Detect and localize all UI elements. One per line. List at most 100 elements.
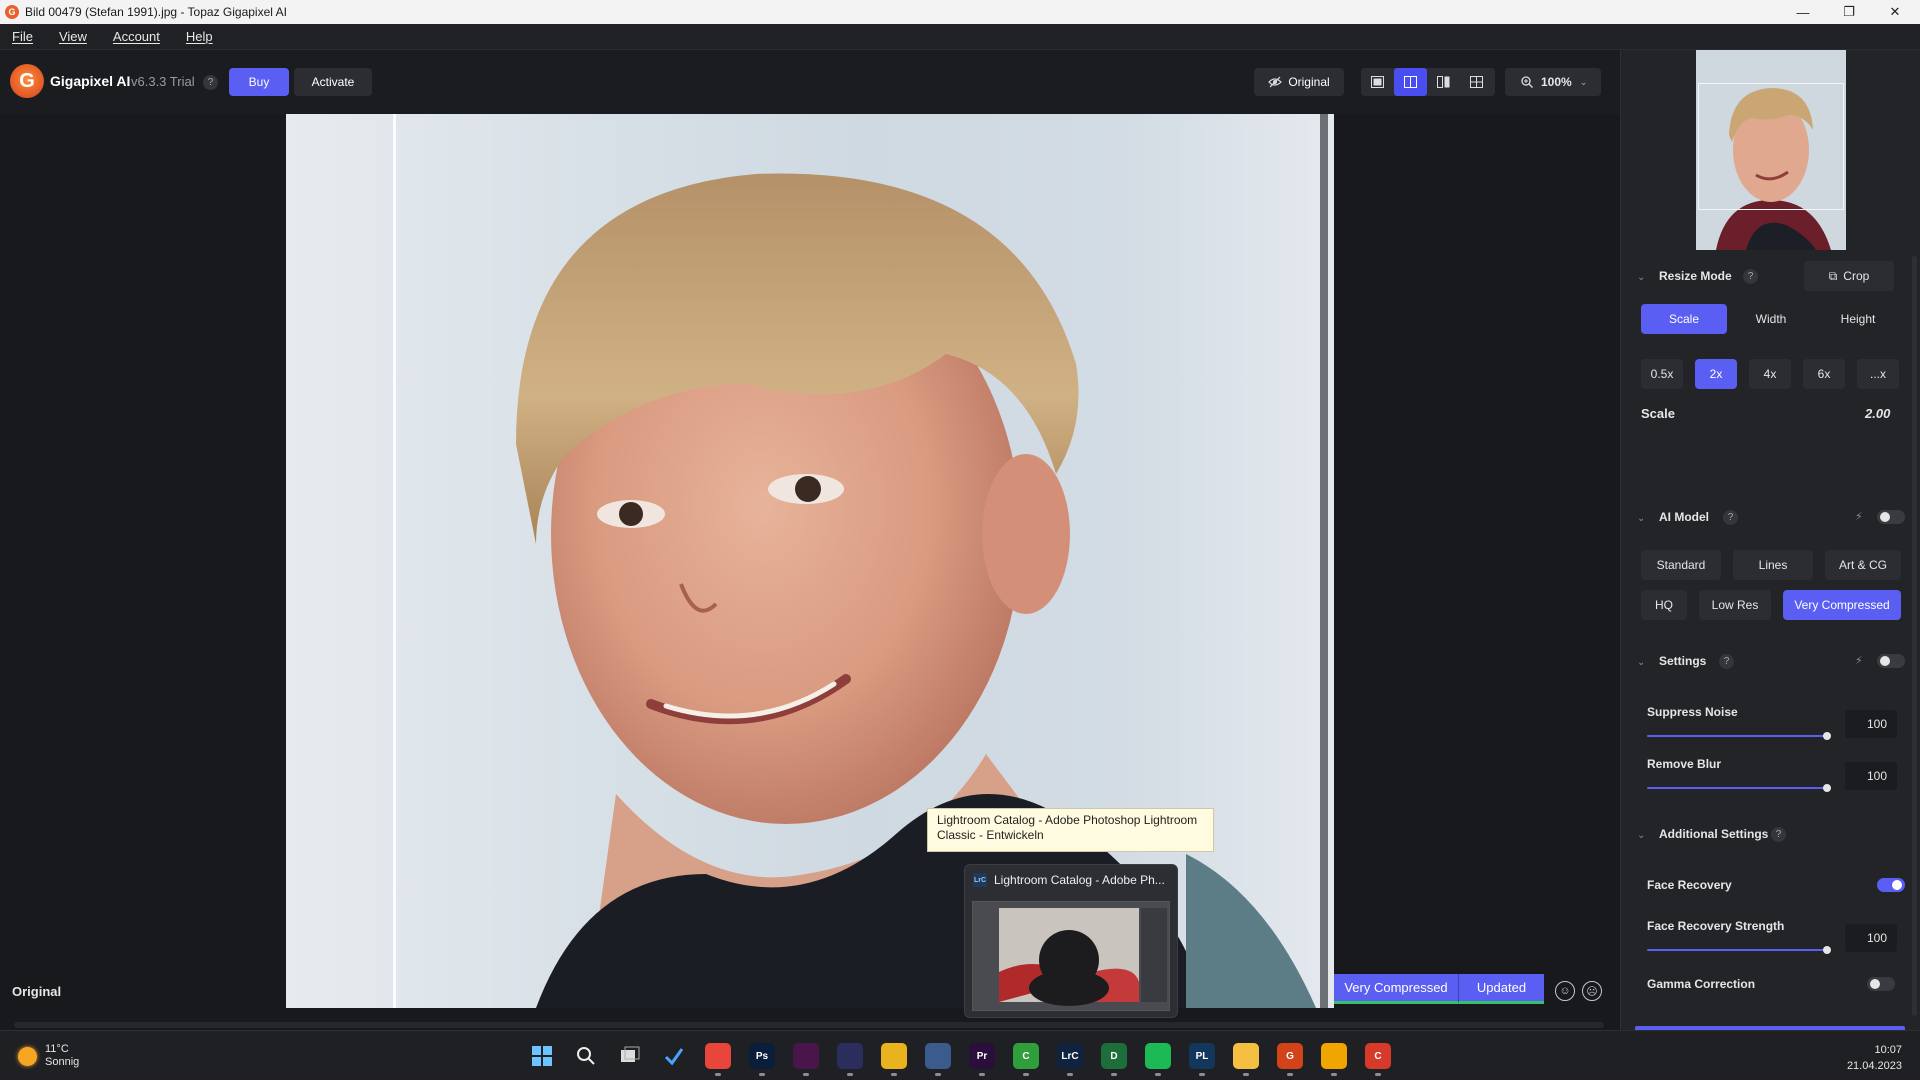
version-help-icon[interactable]: ? <box>203 75 218 90</box>
weather-widget[interactable]: 11°C Sonnig <box>18 1043 79 1069</box>
close-button[interactable]: ✕ <box>1872 0 1918 24</box>
app-name: Gigapixel AI <box>50 73 131 89</box>
slack-icon[interactable] <box>793 1043 819 1076</box>
sunflower-icon[interactable] <box>881 1043 907 1076</box>
zoom-dropdown[interactable]: 100% ⌄ <box>1505 68 1601 96</box>
photolab-icon[interactable]: PL <box>1189 1043 1215 1076</box>
face-happy-icon[interactable]: ☺ <box>1555 981 1575 1001</box>
davinci-icon[interactable]: D <box>1101 1043 1127 1076</box>
split-divider-handle[interactable] <box>393 114 396 1008</box>
model-low-res-button[interactable]: Low Res <box>1699 590 1771 620</box>
settings-auto-toggle[interactable] <box>1877 654 1905 668</box>
drive-icon[interactable] <box>1321 1043 1347 1076</box>
menu-help[interactable]: Help <box>174 29 227 44</box>
task-view-icon[interactable] <box>617 1043 643 1069</box>
suppress-noise-slider[interactable] <box>1647 732 1831 740</box>
scale-0-5x-button[interactable]: 0.5x <box>1641 359 1683 389</box>
scale-value[interactable]: 2.00 <box>1865 406 1890 421</box>
face-recovery-strength-slider[interactable] <box>1647 946 1831 954</box>
activate-button[interactable]: Activate <box>294 68 372 96</box>
crop-button[interactable]: ⧉ Crop <box>1804 261 1894 291</box>
panel-scrollbar[interactable] <box>1912 256 1917 1016</box>
menu-file[interactable]: File <box>0 29 47 44</box>
suppress-noise-label: Suppress Noise <box>1647 705 1738 719</box>
view-side-by-side-button[interactable] <box>1427 68 1460 96</box>
system-clock[interactable]: 10:07 21.04.2023 <box>1847 1042 1902 1074</box>
gigapixel-icon[interactable]: G <box>1277 1043 1303 1076</box>
scale-4x-button[interactable]: 4x <box>1749 359 1791 389</box>
remove-blur-value[interactable]: 100 <box>1845 762 1897 790</box>
remove-blur-slider[interactable] <box>1647 784 1831 792</box>
face-recovery-strength-slider-thumb[interactable] <box>1823 946 1831 954</box>
tab-scale[interactable]: Scale <box>1641 304 1727 334</box>
search-icon[interactable] <box>573 1043 599 1069</box>
additional-settings-help-icon[interactable]: ? <box>1771 827 1786 842</box>
model-hq-button[interactable]: HQ <box>1641 590 1687 620</box>
model-lines-button[interactable]: Lines <box>1733 550 1813 580</box>
lightroom-classic-icon[interactable]: LrC <box>1057 1043 1083 1076</box>
gamma-correction-toggle[interactable] <box>1867 977 1895 991</box>
crop-icon: ⧉ <box>1828 268 1838 283</box>
resize-mode-help-icon[interactable]: ? <box>1743 269 1758 284</box>
premiere-icon[interactable]: Pr <box>969 1043 995 1076</box>
face-recovery-strength-value[interactable]: 100 <box>1845 924 1897 952</box>
taskbar-window-preview[interactable]: LrC Lightroom Catalog - Adobe Ph... <box>964 864 1178 1018</box>
scale-label: Scale <box>1641 406 1675 421</box>
zoom-icon <box>1521 76 1533 88</box>
buy-button[interactable]: Buy <box>229 68 289 96</box>
additional-settings-chevron-icon[interactable]: ⌄ <box>1637 830 1645 841</box>
scale-custom-button[interactable]: ...x <box>1857 359 1899 389</box>
face-recovery-toggle[interactable] <box>1877 878 1905 892</box>
settings-help-icon[interactable]: ? <box>1719 654 1734 669</box>
password-icon[interactable] <box>837 1043 863 1076</box>
scale-6x-button[interactable]: 6x <box>1803 359 1845 389</box>
weather-temp: 11°C <box>45 1043 69 1055</box>
minimize-button[interactable]: — <box>1780 0 1826 24</box>
horizontal-scrollbar[interactable] <box>14 1022 1604 1028</box>
ai-model-chevron-icon[interactable]: ⌄ <box>1637 513 1645 524</box>
face-neutral-icon[interactable]: ☹ <box>1582 981 1602 1001</box>
scale-2x-button[interactable]: 2x <box>1695 359 1737 389</box>
additional-settings-label: Additional Settings <box>1659 827 1769 841</box>
maximize-button[interactable]: ❐ <box>1826 0 1872 24</box>
file-explorer-icon[interactable] <box>1233 1043 1259 1076</box>
view-split-button[interactable] <box>1394 68 1427 96</box>
suppress-noise-slider-thumb[interactable] <box>1823 732 1831 740</box>
view-grid-button[interactable] <box>1460 68 1493 96</box>
settings-panel: ⌄ Resize Mode ? ⧉ Crop Scale Width Heigh… <box>1620 50 1920 1030</box>
camtasia-icon[interactable]: C <box>1013 1043 1039 1076</box>
navigator-view-rect[interactable] <box>1698 83 1844 210</box>
original-toggle-button[interactable]: Original <box>1254 68 1344 96</box>
app-version: v6.3.3 Trial <box>131 74 195 89</box>
model-art-cg-button[interactable]: Art & CG <box>1825 550 1901 580</box>
suppress-noise-value[interactable]: 100 <box>1845 710 1897 738</box>
remove-blur-label: Remove Blur <box>1647 757 1722 771</box>
chrome-icon[interactable] <box>705 1043 731 1076</box>
settings-chevron-icon[interactable]: ⌄ <box>1637 657 1645 668</box>
menu-view[interactable]: View <box>47 29 101 44</box>
windows-start-icon[interactable] <box>529 1043 555 1069</box>
tab-height[interactable]: Height <box>1815 304 1901 334</box>
screenshot-icon[interactable] <box>925 1043 951 1076</box>
photoshop-icon[interactable]: Ps <box>749 1043 775 1076</box>
ai-model-help-icon[interactable]: ? <box>1723 510 1738 525</box>
image-canvas[interactable]: Original Very Compressed Updated ☺ ☹ <box>0 114 1620 1030</box>
model-status-badge: Very Compressed <box>1334 974 1458 1004</box>
model-very-compressed-button[interactable]: Very Compressed <box>1783 590 1901 620</box>
resize-mode-title: Resize Mode <box>1659 269 1732 283</box>
camtasia-red-icon[interactable]: C <box>1365 1043 1391 1076</box>
view-mode-group <box>1361 68 1495 96</box>
remove-blur-slider-thumb[interactable] <box>1823 784 1831 792</box>
navigator-thumbnail[interactable] <box>1696 50 1846 250</box>
view-single-button[interactable] <box>1361 68 1394 96</box>
app-icon: G <box>5 5 19 19</box>
ai-model-auto-toggle[interactable] <box>1877 510 1905 524</box>
resize-mode-chevron-icon[interactable]: ⌄ <box>1637 272 1645 283</box>
crop-label: Crop <box>1843 269 1870 283</box>
tooltip-line-2: Classic - Entwickeln <box>937 828 1044 842</box>
spotify-icon[interactable] <box>1145 1043 1171 1076</box>
tab-width[interactable]: Width <box>1727 304 1815 334</box>
todo-icon[interactable] <box>661 1043 687 1069</box>
model-standard-button[interactable]: Standard <box>1641 550 1721 580</box>
menu-account[interactable]: Account <box>101 29 174 44</box>
